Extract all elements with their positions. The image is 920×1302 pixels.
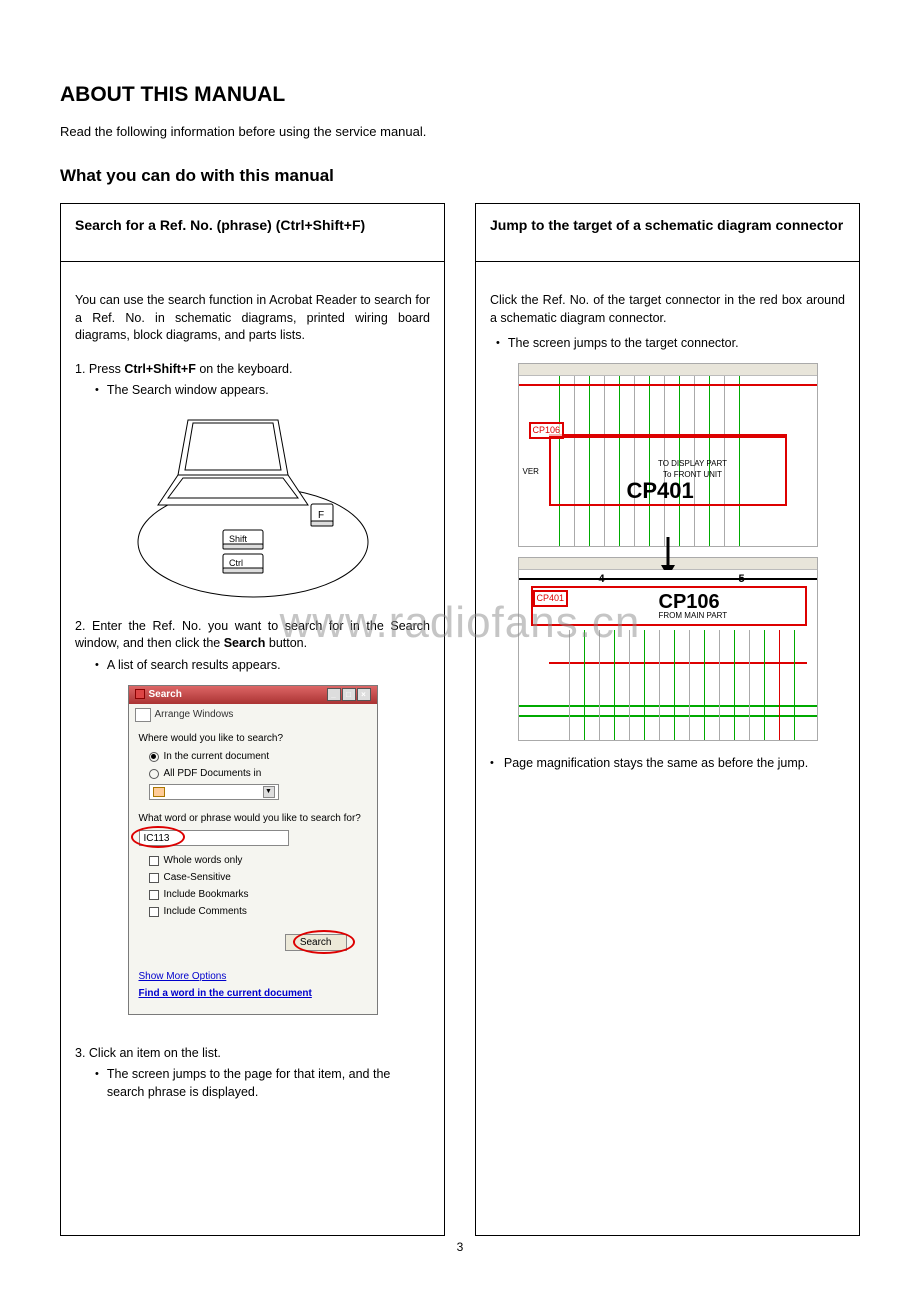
folder-select[interactable]: ▼ [149,784,279,800]
arrange-windows-icon[interactable] [135,708,151,722]
search-button[interactable]: Search [285,934,347,951]
right-intro: Click the Ref. No. of the target connect… [490,292,845,327]
check-include-comments-label: Include Comments [164,905,247,919]
maximize-icon[interactable]: □ [342,688,356,701]
laptop-figure: F Shift Ctrl [133,412,373,602]
folder-icon [153,787,165,797]
step2-bold: Search [224,636,266,650]
bullet-icon: • [95,1066,99,1101]
check-include-bookmarks[interactable] [149,890,159,900]
check-case-sensitive-label: Case-Sensitive [164,871,231,885]
step-3: 3. Click an item on the list. • The scre… [75,1045,430,1102]
search-window-title: Search [135,688,182,702]
dropdown-arrow-icon: ▼ [263,786,275,798]
bullet-icon: • [496,335,500,353]
link-find-word[interactable]: Find a word in the current document [139,987,367,1001]
link-show-more-options[interactable]: Show More Options [139,970,367,984]
search-window-titlebar: Search _ □ × [129,686,377,704]
left-panel: Search for a Ref. No. (phrase) (Ctrl+Shi… [60,203,445,1236]
check-whole-words-label: Whole words only [164,854,243,868]
step3-bullet: The screen jumps to the page for that it… [107,1066,430,1101]
step1-bullet: The Search window appears. [107,382,269,400]
radio-all-pdf-label: All PDF Documents in [164,767,262,781]
step-1: 1. Press Ctrl+Shift+F on the keyboard. •… [75,361,430,400]
search-input[interactable]: IC113 [139,830,289,846]
check-include-bookmarks-label: Include Bookmarks [164,888,249,902]
check-whole-words[interactable] [149,856,159,866]
intro-text: Read the following information before us… [60,123,860,141]
close-icon[interactable]: × [357,688,371,701]
right-panel: Jump to the target of a schematic diagra… [475,203,860,1236]
right-bullet-1: The screen jumps to the target connector… [508,335,739,353]
step2-bullet: A list of search results appears. [107,657,281,675]
key-f: F [318,510,324,521]
key-ctrl: Ctrl [229,558,243,568]
step1-keys: Ctrl+Shift+F [124,362,196,376]
radio-current-doc-label: In the current document [164,750,270,764]
search-window: Search _ □ × Arrange Windows Where would… [128,685,378,1015]
where-label: Where would you like to search? [139,732,367,746]
step3-line: 3. Click an item on the list. [75,1045,430,1063]
bullet-icon: • [95,657,99,675]
check-include-comments[interactable] [149,907,159,917]
search-toolbar: Arrange Windows [129,704,377,726]
step1-suffix: on the keyboard. [196,362,293,376]
page-number: 3 [0,1239,920,1256]
bullet-icon: • [95,382,99,400]
bullet-icon: • [490,755,494,773]
check-case-sensitive[interactable] [149,873,159,883]
step1-prefix: 1. Press [75,362,124,376]
step2-suffix: button. [265,636,307,650]
key-shift: Shift [229,534,248,544]
right-panel-title: Jump to the target of a schematic diagra… [476,204,859,262]
left-intro: You can use the search function in Acrob… [75,292,430,345]
what-label: What word or phrase would you like to se… [139,812,367,826]
radio-all-pdf[interactable] [149,769,159,779]
minimize-icon[interactable]: _ [327,688,341,701]
section-heading: What you can do with this manual [60,164,860,188]
left-panel-title: Search for a Ref. No. (phrase) (Ctrl+Shi… [61,204,444,262]
step-2: 2. Enter the Ref. No. you want to search… [75,618,430,675]
ver-label: VER [523,466,539,477]
page-title: ABOUT THIS MANUAL [60,80,860,109]
schematic-figure-top: CP106 VER TO DISPLAY PART To FRONT UNIT … [518,363,818,547]
connector-redbox-bottom [531,586,807,626]
connector-redbox [549,436,787,506]
right-bullet-2: Page magnification stays the same as bef… [504,755,808,773]
radio-current-doc[interactable] [149,752,159,762]
arrange-windows-label: Arrange Windows [155,708,234,722]
schematic-figure-bottom: CP401 4 5 CP106 FROM MAIN PART [518,557,818,741]
